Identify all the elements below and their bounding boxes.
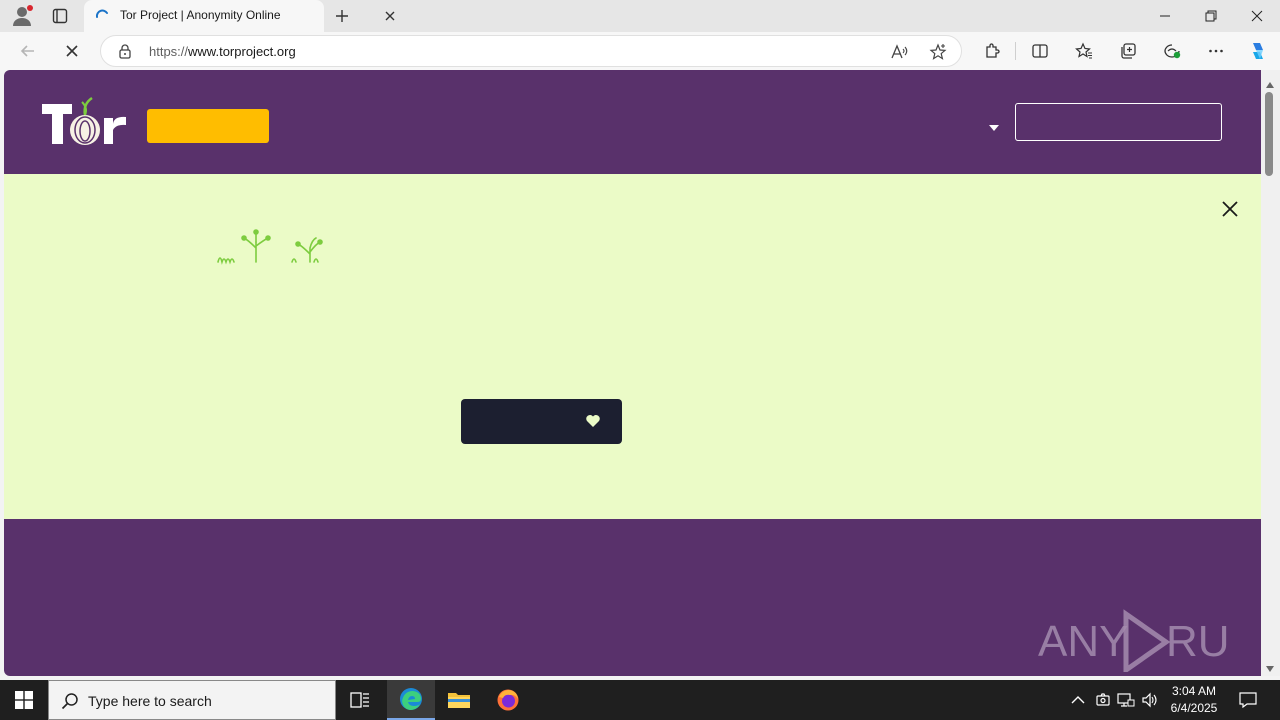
download-tor-browser-button[interactable] bbox=[1015, 103, 1222, 141]
tab-title: Tor Project | Anonymity Online bbox=[120, 8, 281, 22]
scroll-down-arrow-icon[interactable] bbox=[1265, 660, 1275, 672]
favorites-icon[interactable] bbox=[1072, 39, 1096, 63]
restore-button[interactable] bbox=[1188, 0, 1234, 32]
collections-icon[interactable] bbox=[1116, 39, 1140, 63]
tor-logo[interactable] bbox=[42, 96, 126, 146]
browser-essentials-icon[interactable] bbox=[1160, 39, 1184, 63]
page-viewport: ANY RUN bbox=[4, 70, 1261, 676]
show-hidden-icons-chevron-icon[interactable] bbox=[1068, 690, 1088, 710]
browser-titlebar: Tor Project | Anonymity Online bbox=[0, 0, 1280, 32]
address-bar[interactable]: https://www.torproject.org bbox=[100, 35, 962, 67]
toolbar-separator bbox=[1015, 42, 1016, 60]
search-icon bbox=[61, 692, 79, 710]
copilot-icon[interactable] bbox=[1246, 39, 1270, 63]
donate-button[interactable] bbox=[147, 109, 269, 143]
minimize-button[interactable] bbox=[1142, 0, 1188, 32]
donate-now-button[interactable] bbox=[461, 399, 622, 444]
task-view-icon[interactable] bbox=[336, 680, 384, 720]
page-scrollbar[interactable] bbox=[1261, 70, 1280, 676]
taskbar-search-box[interactable]: Type here to search bbox=[48, 680, 336, 720]
file-explorer-icon[interactable] bbox=[435, 680, 483, 720]
loading-spinner-icon bbox=[94, 8, 110, 24]
more-options-icon[interactable] bbox=[1204, 39, 1228, 63]
back-arrow-icon[interactable] bbox=[16, 39, 40, 63]
volume-icon[interactable] bbox=[1140, 690, 1160, 710]
windows-start-icon[interactable] bbox=[0, 680, 48, 720]
network-icon[interactable] bbox=[1116, 690, 1136, 710]
lock-icon[interactable] bbox=[117, 43, 133, 59]
close-banner-icon[interactable] bbox=[1219, 198, 1241, 220]
stop-loading-icon[interactable] bbox=[60, 39, 84, 63]
meet-now-icon[interactable] bbox=[1093, 690, 1113, 710]
close-window-button[interactable] bbox=[1234, 0, 1280, 32]
new-tab-button[interactable] bbox=[330, 4, 354, 28]
favorite-star-icon[interactable] bbox=[928, 42, 948, 62]
donation-banner bbox=[4, 174, 1261, 519]
firefox-icon[interactable] bbox=[484, 680, 532, 720]
profile-avatar-icon[interactable] bbox=[10, 4, 34, 28]
scrollbar-thumb[interactable] bbox=[1265, 92, 1273, 176]
taskbar-clock[interactable]: 3:04 AM 6/4/2025 bbox=[1166, 683, 1222, 717]
notifications-icon[interactable] bbox=[1234, 680, 1262, 720]
extensions-icon[interactable] bbox=[980, 39, 1004, 63]
url-text[interactable]: https://www.torproject.org bbox=[149, 44, 296, 59]
heart-icon bbox=[585, 414, 601, 428]
search-placeholder: Type here to search bbox=[88, 693, 212, 709]
watermark-text-left: ANY bbox=[1038, 617, 1128, 666]
read-aloud-icon[interactable] bbox=[889, 42, 909, 62]
anyrun-watermark: ANY RUN bbox=[1038, 608, 1261, 675]
tab-tor-project[interactable]: Tor Project | Anonymity Online bbox=[84, 0, 395, 32]
split-screen-icon[interactable] bbox=[1028, 39, 1052, 63]
scroll-up-arrow-icon[interactable] bbox=[1265, 76, 1275, 88]
edge-taskbar-icon[interactable] bbox=[387, 680, 435, 720]
language-dropdown-caret-icon[interactable] bbox=[989, 118, 999, 131]
sprouts-illustration bbox=[216, 228, 326, 268]
windows-taskbar: Type here to search 3:04 AM 6/4/2025 bbox=[0, 680, 1280, 720]
clock-time: 3:04 AM bbox=[1171, 684, 1217, 698]
url-scheme: https:// bbox=[149, 44, 189, 59]
watermark-text-right: RUN bbox=[1166, 617, 1232, 666]
tab-actions-icon[interactable] bbox=[48, 4, 72, 28]
site-header bbox=[4, 70, 1261, 174]
url-host: www.torproject.org bbox=[188, 44, 296, 59]
clock-date: 6/4/2025 bbox=[1170, 701, 1218, 715]
close-tab-icon[interactable] bbox=[382, 8, 398, 24]
